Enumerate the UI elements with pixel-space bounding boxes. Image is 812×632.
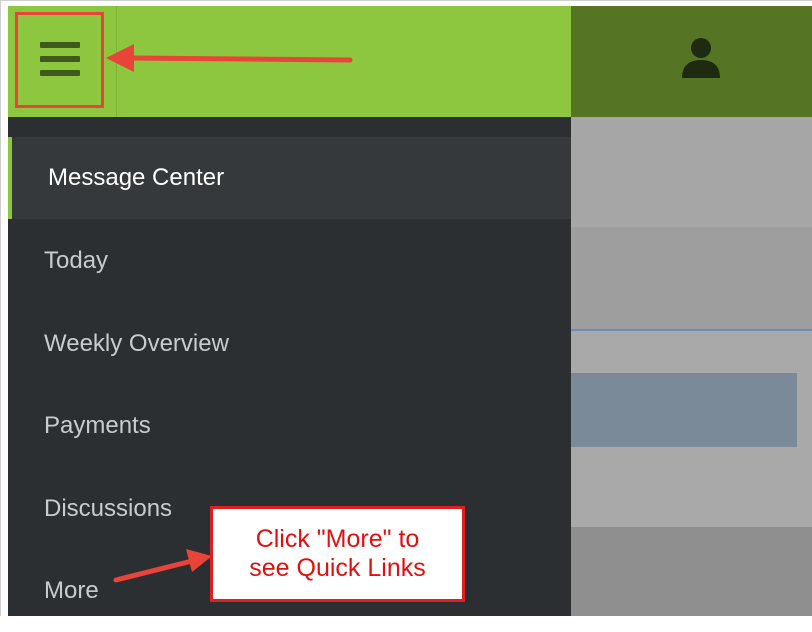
content-highlight-bar bbox=[571, 373, 797, 447]
nav-item-weekly-overview[interactable]: Weekly Overview bbox=[8, 303, 571, 385]
nav-item-label: Weekly Overview bbox=[44, 330, 229, 357]
content-header-band bbox=[571, 117, 812, 227]
nav-item-label: Payments bbox=[44, 412, 151, 439]
nav-item-payments[interactable]: Payments bbox=[8, 385, 571, 467]
page-content-dimmed bbox=[571, 117, 812, 616]
user-icon[interactable] bbox=[679, 36, 723, 80]
header-divider bbox=[116, 6, 117, 117]
annotation-line-2: see Quick Links bbox=[249, 554, 426, 582]
annotation-line-1: Click "More" to bbox=[255, 525, 420, 553]
content-lower-band bbox=[571, 527, 812, 616]
nav-item-label: Discussions bbox=[44, 495, 173, 522]
nav-item-label: Today bbox=[44, 247, 109, 274]
nav-item-label: Message Center bbox=[48, 164, 225, 191]
content-divider bbox=[571, 329, 812, 331]
nav-item-label: More bbox=[44, 577, 99, 604]
hamburger-icon bbox=[39, 42, 80, 78]
nav-item-message-center[interactable]: Message Center bbox=[8, 137, 571, 219]
annotation-callout: Click "More" to see Quick Links bbox=[210, 506, 465, 602]
menu-button[interactable] bbox=[15, 12, 104, 108]
nav-item-today[interactable]: Today bbox=[8, 220, 571, 302]
